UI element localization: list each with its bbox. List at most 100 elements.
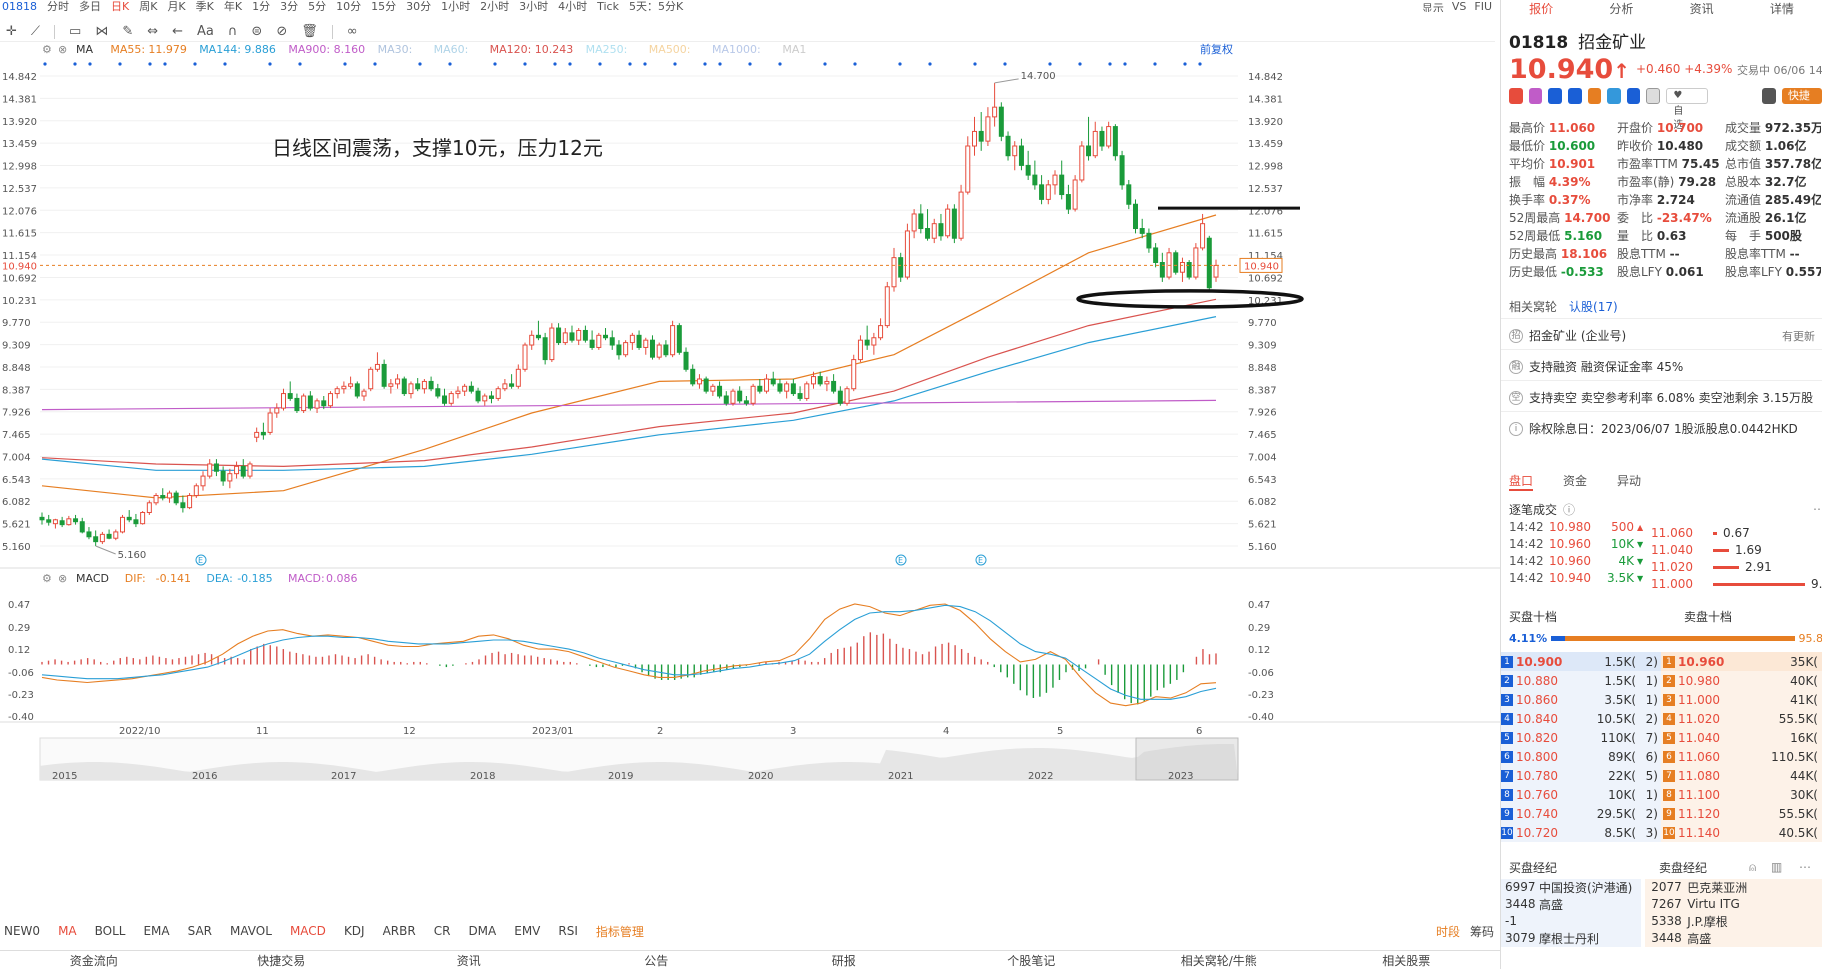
ruler-tool-icon[interactable]: ⇔ bbox=[147, 24, 158, 39]
panel-tab-0[interactable]: 报价 bbox=[1529, 0, 1553, 16]
footer-tab-4[interactable]: 研报 bbox=[750, 952, 938, 969]
orderbook-row[interactable]: 6 10.800 89K(6) 6 11.060 110.5K( bbox=[1501, 747, 1822, 766]
indicator-tab-指标管理[interactable]: 指标管理 bbox=[596, 923, 644, 940]
panel-tab-1[interactable]: 分析 bbox=[1609, 0, 1633, 16]
add-watchlist-button[interactable]: ♥自选 bbox=[1666, 88, 1708, 131]
orderbook-row[interactable]: 7 10.780 22K(5) 7 11.080 44K( bbox=[1501, 766, 1822, 785]
lock-icon[interactable]: ⊜ bbox=[251, 24, 262, 39]
orderbook-row[interactable]: 5 10.820 110K(7) 5 11.040 16K( bbox=[1501, 728, 1822, 747]
period-tab-5[interactable]: 月K bbox=[167, 0, 185, 12]
star-icon[interactable] bbox=[1528, 88, 1543, 104]
arrow-tool-icon[interactable]: ← bbox=[172, 24, 183, 39]
period-tab-14[interactable]: 1小时 bbox=[441, 0, 470, 12]
period-tab-13[interactable]: 30分 bbox=[406, 0, 431, 12]
trash-icon[interactable]: 🗑 bbox=[301, 24, 318, 39]
indicator-tab-emv[interactable]: EMV bbox=[514, 924, 540, 938]
more-icon[interactable]: ⋯ bbox=[1799, 860, 1811, 874]
period-tab-4[interactable]: 周K bbox=[139, 0, 157, 12]
period-tab-12[interactable]: 15分 bbox=[371, 0, 396, 12]
settings-icon[interactable]: ⚙ bbox=[42, 43, 52, 56]
period-tab-6[interactable]: 季K bbox=[196, 0, 214, 12]
person-icon[interactable]: ⍝ bbox=[1749, 860, 1756, 875]
close-icon[interactable]: ⊗ bbox=[58, 572, 67, 585]
toolbar-right-2[interactable]: FIU bbox=[1474, 0, 1492, 12]
crosshair-icon[interactable]: ✛ bbox=[6, 24, 17, 39]
fast-trade-button[interactable]: 快捷交 bbox=[1781, 88, 1822, 118]
info-card-1[interactable]: 融支持融资 融资保证金率 45% bbox=[1501, 349, 1822, 383]
period-tab-2[interactable]: 多日 bbox=[79, 0, 101, 12]
s-badge-icon[interactable] bbox=[1567, 88, 1582, 104]
line-tool-icon[interactable]: ⟋ bbox=[31, 24, 40, 39]
indicator-tab-ma[interactable]: MA bbox=[58, 924, 77, 938]
footer-tab-6[interactable]: 相关窝轮/牛熊 bbox=[1125, 952, 1313, 969]
indicator-tab-mavol[interactable]: MAVOL bbox=[230, 924, 272, 938]
bottom-right-0[interactable]: 时段 bbox=[1436, 923, 1460, 940]
warrant-link[interactable]: 认股(17) bbox=[1569, 300, 1618, 314]
period-tab-10[interactable]: 5分 bbox=[308, 0, 326, 12]
kline-chart[interactable]: ⚙ ⊗ MA MA55: 11.979 MA144: 9.886 MA900: 8.160 MA3… bbox=[0, 40, 1500, 910]
footer-tab-5[interactable]: 个股笔记 bbox=[938, 952, 1126, 969]
chart-icon[interactable] bbox=[1607, 88, 1621, 104]
layout-icon[interactable]: ▥ bbox=[1771, 860, 1782, 874]
footer-tab-7[interactable]: 相关股票 bbox=[1313, 952, 1501, 969]
orderbook-row[interactable]: 9 10.740 29.5K(2) 9 11.120 55.5K( bbox=[1501, 804, 1822, 823]
panel-tab-3[interactable]: 详情 bbox=[1770, 0, 1794, 16]
bid-broker[interactable]: 6997 中国投资(沪港通) bbox=[1501, 878, 1642, 896]
period-tab-8[interactable]: 1分 bbox=[252, 0, 270, 12]
orderbook-row[interactable]: 3 10.860 3.5K(1) 3 11.000 41K( bbox=[1501, 690, 1822, 709]
footer-tab-2[interactable]: 资讯 bbox=[375, 952, 563, 969]
period-tab-19[interactable]: 5天：5分K bbox=[629, 0, 683, 12]
toolbar-right-0[interactable]: 显示 bbox=[1422, 0, 1444, 12]
indicator-tab-macd[interactable]: MACD bbox=[290, 924, 326, 938]
info-card-3[interactable]: i 除权除息日：2023/06/07 1股派股息0.0442HKD bbox=[1501, 411, 1822, 445]
toolbar-right-1[interactable]: VS bbox=[1452, 0, 1467, 12]
bid-broker[interactable]: -1 bbox=[1501, 912, 1642, 930]
link-icon[interactable]: ∞ bbox=[347, 24, 358, 39]
bottom-right-1[interactable]: 筹码 bbox=[1470, 923, 1494, 940]
cross-icon[interactable] bbox=[1548, 88, 1562, 104]
close-icon[interactable]: ⊗ bbox=[58, 43, 67, 56]
indicator-tab-boll[interactable]: BOLL bbox=[95, 924, 126, 938]
ask-broker[interactable]: 7267 Virtu ITG bbox=[1645, 895, 1822, 913]
settings-icon[interactable]: ⚙ bbox=[42, 572, 52, 585]
pen-tool-icon[interactable]: ✎ bbox=[122, 24, 133, 39]
period-tab-7[interactable]: 年K bbox=[224, 0, 242, 12]
eye-icon[interactable]: ⊘ bbox=[276, 24, 287, 39]
orderbook-row[interactable]: 8 10.760 10K(1) 8 11.100 30K( bbox=[1501, 785, 1822, 804]
indicator-tab-ema[interactable]: EMA bbox=[143, 924, 169, 938]
doc-icon[interactable] bbox=[1646, 88, 1661, 104]
ask-broker[interactable]: 3448 高盛 bbox=[1645, 929, 1822, 947]
bell-icon[interactable] bbox=[1762, 88, 1776, 104]
indicator-tab-dma[interactable]: DMA bbox=[468, 924, 496, 938]
sub-tab-2[interactable]: 异动 bbox=[1617, 472, 1641, 491]
period-tab-16[interactable]: 3小时 bbox=[519, 0, 548, 12]
rect-tool-icon[interactable]: ▭ bbox=[69, 24, 81, 39]
adjust-label[interactable]: 前复权 bbox=[1200, 42, 1233, 56]
sub-tab-0[interactable]: 盘口 bbox=[1509, 472, 1534, 491]
indicator-tab-sar[interactable]: SAR bbox=[188, 924, 212, 938]
period-tab-18[interactable]: Tick bbox=[597, 0, 619, 12]
orderbook-row[interactable]: 1 10.900 1.5K(2) 1 10.960 35K( bbox=[1501, 652, 1822, 671]
info-card-2[interactable]: 空支持卖空 卖空参考利率 6.08% 卖空池剩余 3.15万股 bbox=[1501, 380, 1822, 414]
footer-tab-3[interactable]: 公告 bbox=[563, 952, 751, 969]
card-update[interactable]: 有更新 bbox=[1782, 328, 1815, 344]
note-icon[interactable] bbox=[1587, 88, 1602, 104]
orderbook-row[interactable]: 10 10.720 8.5K(3) 10 11.140 40.5K( bbox=[1501, 823, 1822, 842]
period-tab-17[interactable]: 4小时 bbox=[558, 0, 587, 12]
sub-tab-1[interactable]: 资金 bbox=[1563, 472, 1587, 491]
period-tab-15[interactable]: 2小时 bbox=[480, 0, 509, 12]
indicator-tab-arbr[interactable]: ARBR bbox=[383, 924, 416, 938]
bid-broker[interactable]: 3079 摩根士丹利 bbox=[1501, 929, 1642, 947]
period-tab-3[interactable]: 日K bbox=[111, 0, 129, 12]
indicator-tab-cr[interactable]: CR bbox=[434, 924, 451, 938]
info-card-0[interactable]: 招招金矿业 (企业号) 有更新 bbox=[1501, 318, 1822, 352]
period-tab-0[interactable]: 01818 bbox=[2, 0, 37, 12]
text-tool-icon[interactable]: Aa bbox=[197, 24, 214, 39]
period-tab-11[interactable]: 10分 bbox=[336, 0, 361, 12]
bid-broker[interactable]: 3448 高盛 bbox=[1501, 895, 1642, 913]
period-tab-9[interactable]: 3分 bbox=[280, 0, 298, 12]
more-icon[interactable]: ⋯ bbox=[1813, 502, 1822, 516]
magnet-icon[interactable]: ∩ bbox=[228, 24, 238, 39]
info-icon[interactable]: ⓘ bbox=[1563, 501, 1575, 518]
indicator-tab-kdj[interactable]: KDJ bbox=[344, 924, 365, 938]
